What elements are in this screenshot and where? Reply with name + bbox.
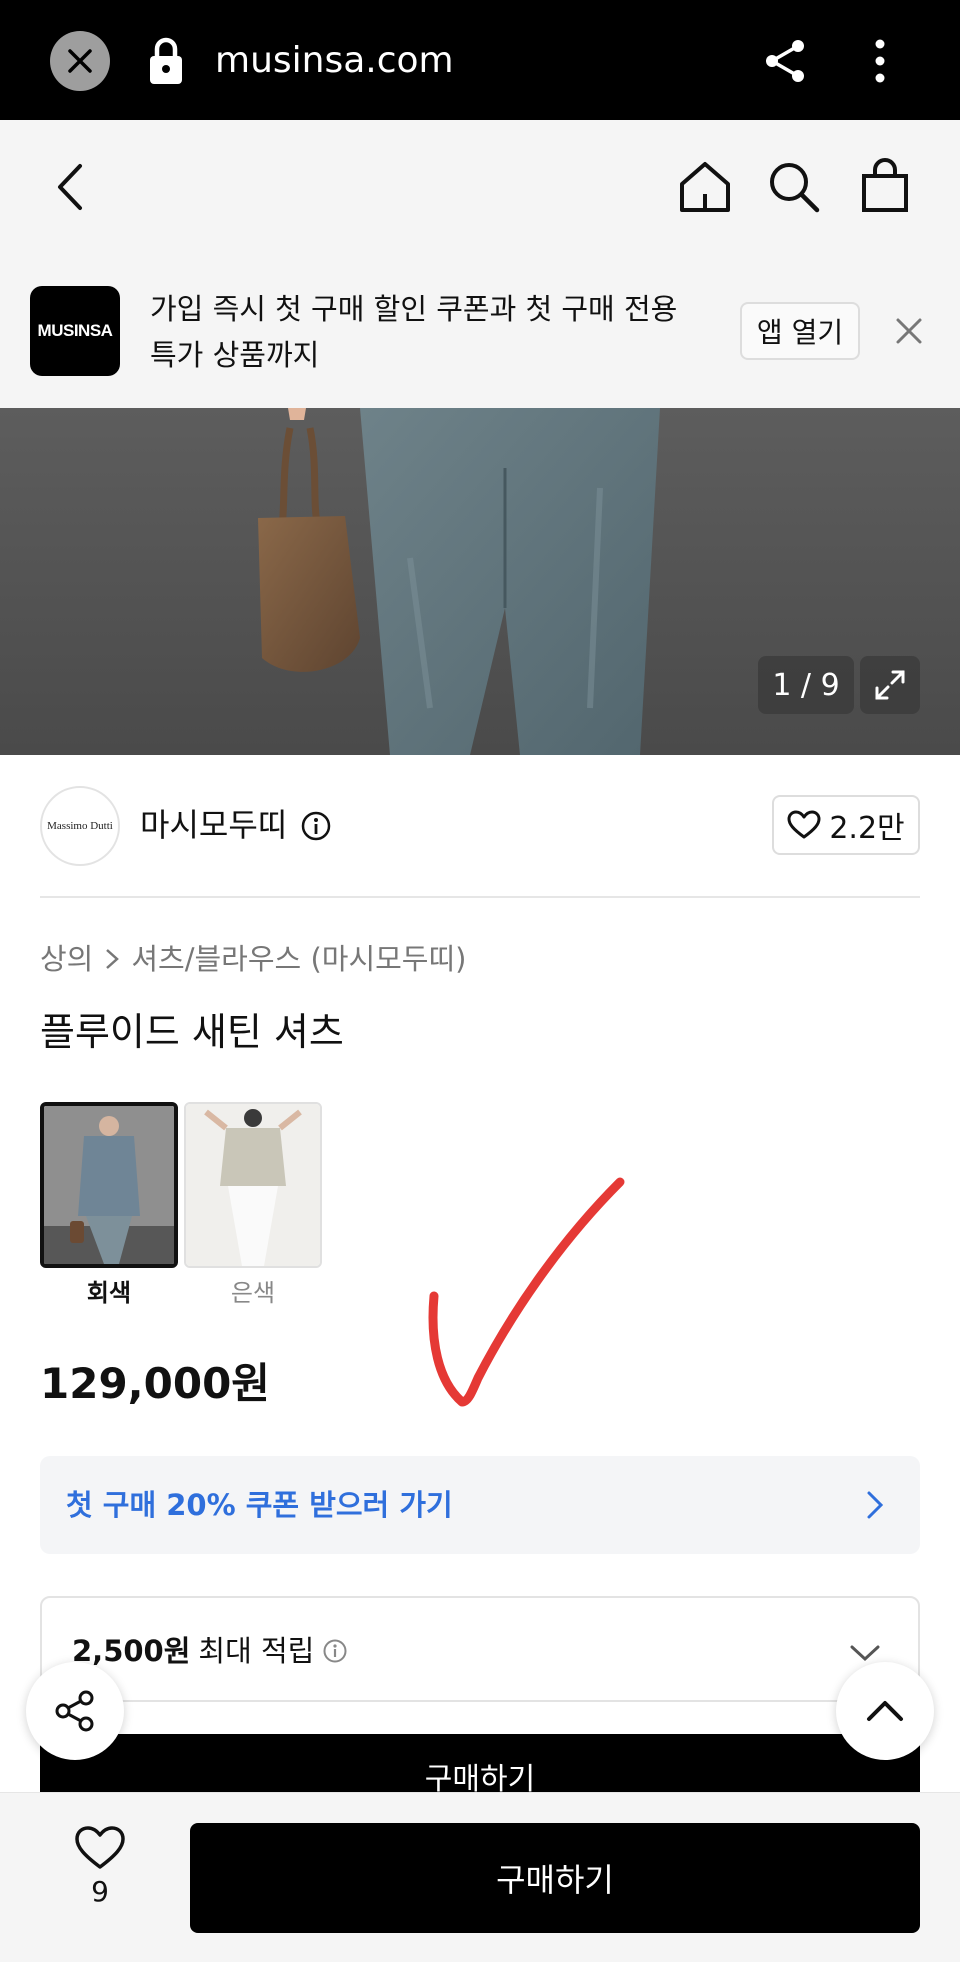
expand-image-button[interactable] xyxy=(860,656,920,714)
chevron-right-icon xyxy=(106,949,120,969)
color-label-gray: 회색 xyxy=(86,1279,132,1307)
promo-message: 가입 즉시 첫 구매 할인 쿠폰과 첫 구매 전용 특가 상품까지 xyxy=(150,286,710,378)
product-image-gallery[interactable]: 1 / 9 xyxy=(0,408,960,755)
share-icon[interactable] xyxy=(760,36,810,86)
product-price: 129,000원 xyxy=(40,1359,270,1408)
more-vertical-icon[interactable] xyxy=(862,36,898,86)
close-icon[interactable] xyxy=(890,312,928,350)
app-header xyxy=(0,120,960,252)
brand-name[interactable]: 마시모두띠 xyxy=(140,802,287,848)
info-icon[interactable] xyxy=(322,1638,348,1664)
divider xyxy=(40,896,920,898)
coupon-label: 첫 구매 20% 쿠폰 받으러 가기 xyxy=(66,1488,453,1522)
points-label: 최대 적립 xyxy=(198,1634,315,1668)
browser-toolbar: musinsa.com xyxy=(0,0,960,120)
musinsa-logo: MUSINSA xyxy=(30,286,120,376)
breadcrumb-category[interactable]: 상의 xyxy=(40,936,93,982)
points-accordion[interactable]: 2,500원 최대 적립 xyxy=(40,1596,920,1702)
inline-buy-button[interactable]: 구매하기 xyxy=(40,1734,920,1794)
lock-icon xyxy=(150,37,182,84)
app-promo-banner: MUSINSA 가입 즉시 첫 구매 할인 쿠폰과 첫 구매 전용 특가 상품까… xyxy=(0,252,960,408)
product-title: 플루이드 새틴 셔츠 xyxy=(40,1010,344,1054)
color-thumbnail-gray xyxy=(44,1106,174,1264)
share-icon xyxy=(55,1690,94,1732)
bottom-action-bar: 9 구매하기 xyxy=(0,1792,960,1962)
color-thumbnail-silver xyxy=(186,1104,320,1266)
shopping-bag-icon[interactable] xyxy=(856,158,914,216)
image-counter: 1 / 9 xyxy=(758,656,854,714)
heart-icon xyxy=(75,1826,125,1869)
points-summary: 2,500원 최대 적립 xyxy=(72,1628,348,1674)
floating-share-button[interactable] xyxy=(26,1662,124,1760)
promo-line-2: 특가 상품까지 xyxy=(150,338,320,372)
product-like-button[interactable]: 9 xyxy=(70,1825,130,1925)
promo-line-1: 가입 즉시 첫 구매 할인 쿠폰과 첫 구매 전용 xyxy=(150,292,678,326)
brand-like-button[interactable]: 2.2만 xyxy=(772,795,920,855)
close-tab-button[interactable] xyxy=(50,31,110,91)
heart-icon xyxy=(787,810,821,839)
search-icon[interactable] xyxy=(765,158,823,216)
chevron-up-icon xyxy=(867,1701,903,1721)
color-option-silver[interactable] xyxy=(184,1102,322,1268)
chevron-right-icon xyxy=(867,1491,884,1519)
breadcrumb-subcategory[interactable]: 셔츠/블라우스 (마시모두띠) xyxy=(131,936,466,982)
checkmark-annotation xyxy=(428,1177,625,1407)
info-icon[interactable] xyxy=(300,810,332,842)
first-purchase-coupon-banner[interactable]: 첫 구매 20% 쿠폰 받으러 가기 xyxy=(40,1456,920,1554)
url-text[interactable]: musinsa.com xyxy=(215,36,454,86)
buy-button[interactable]: 구매하기 xyxy=(190,1823,920,1933)
home-icon[interactable] xyxy=(676,158,734,216)
color-option-gray[interactable] xyxy=(40,1102,178,1268)
brand-logo[interactable]: Massimo Dutti xyxy=(40,786,120,866)
expand-icon xyxy=(875,670,905,700)
breadcrumb: 상의 셔츠/블라우스 (마시모두띠) xyxy=(40,936,466,982)
close-icon xyxy=(68,49,92,73)
brand-like-count: 2.2만 xyxy=(829,811,905,846)
back-arrow-icon[interactable] xyxy=(50,160,90,214)
product-like-count: 9 xyxy=(91,1875,109,1908)
scroll-to-top-button[interactable] xyxy=(836,1662,934,1760)
chevron-down-icon xyxy=(850,1645,880,1662)
color-label-silver: 은색 xyxy=(230,1279,276,1307)
open-app-button[interactable]: 앱 열기 xyxy=(740,302,860,360)
